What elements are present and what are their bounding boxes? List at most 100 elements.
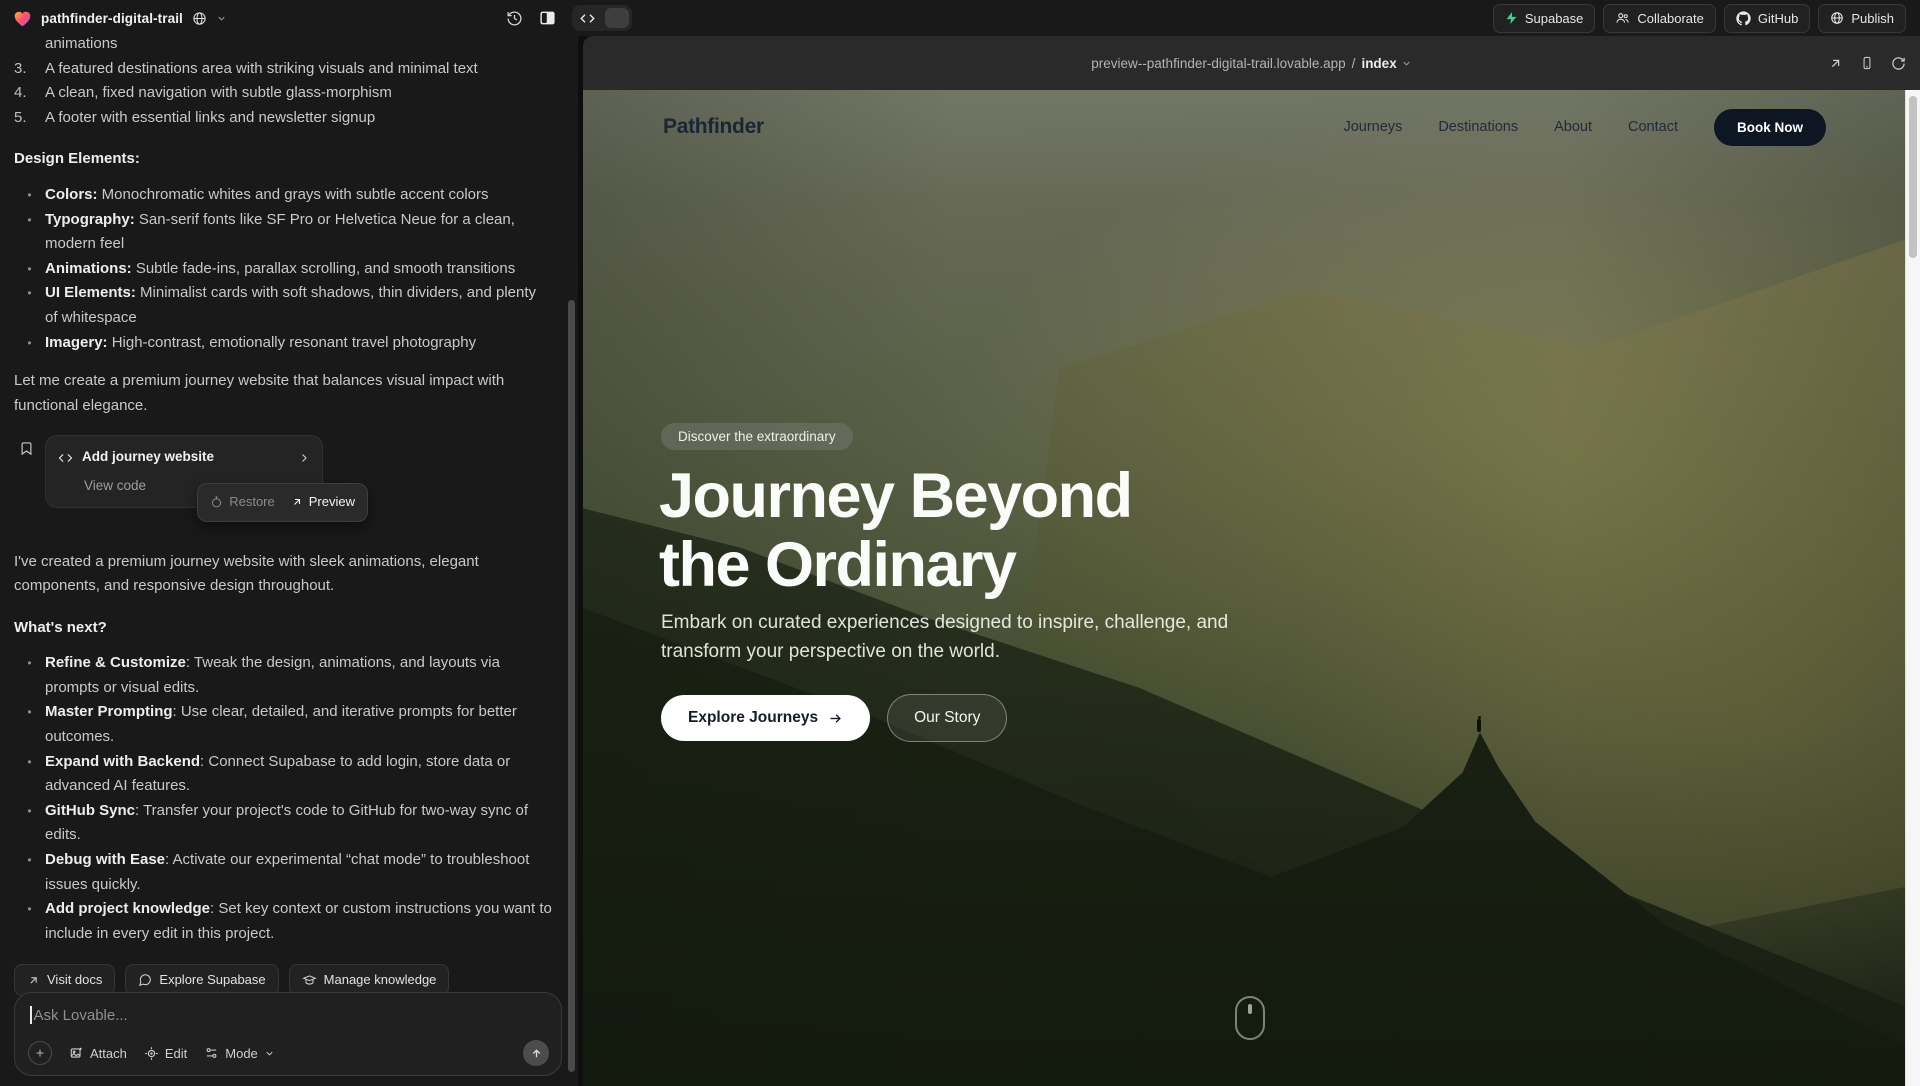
nav-destinations[interactable]: Destinations [1438, 119, 1518, 135]
panel-layout-button[interactable] [539, 10, 556, 26]
chat-panel: animations 3. A featured destinations ar… [0, 36, 578, 1086]
list-item: 3. A featured destinations area with str… [14, 57, 552, 82]
list-item: 5. A footer with essential links and new… [14, 106, 552, 131]
topbar: pathfinder-digital-trail [0, 0, 1920, 36]
next-steps-list: •Refine & Customize: Tweak the design, a… [14, 651, 552, 946]
hero-badge: Discover the extraordinary [661, 423, 853, 450]
design-elements-heading: Design Elements: [14, 147, 552, 172]
site-scrollbar[interactable] [1905, 90, 1920, 1086]
graduation-cap-icon [302, 973, 317, 987]
sliders-icon [204, 1046, 219, 1060]
list-item: •Refine & Customize: Tweak the design, a… [14, 651, 552, 700]
site-preview: Pathfinder Journeys Destinations About C… [583, 90, 1906, 1086]
list-item: •GitHub Sync: Transfer your project's co… [14, 799, 552, 848]
code-icon [58, 452, 73, 464]
supabase-bolt-icon [1505, 11, 1518, 25]
list-item: •UI Elements: Minimalist cards with soft… [14, 281, 552, 330]
nav-journeys[interactable]: Journeys [1343, 119, 1402, 135]
preview-urlbar: preview--pathfinder-digital-trail.lovabl… [583, 36, 1920, 90]
list-item: •Add project knowledge: Set key context … [14, 897, 552, 946]
collaborate-button[interactable]: Collaborate [1603, 4, 1716, 33]
list-item: •Imagery: High-contrast, emotionally res… [14, 331, 552, 356]
refresh-button[interactable] [1891, 56, 1906, 71]
chevron-down-icon [1401, 58, 1412, 69]
list-item: •Debug with Ease: Activate our experimen… [14, 848, 552, 897]
code-icon [580, 12, 595, 25]
arrow-up-right-icon [27, 974, 40, 987]
version-actions: Restore Preview [197, 483, 368, 522]
list-item: •Typography: San-serif fonts like SF Pro… [14, 208, 552, 257]
hero-subtext: Embark on curated experiences designed t… [661, 608, 1261, 667]
lovable-heart-logo [13, 10, 32, 27]
preview-url: preview--pathfinder-digital-trail.lovabl… [1091, 56, 1345, 71]
scroll-indicator [1235, 996, 1265, 1040]
chat-paragraph: Let me create a premium journey website … [14, 369, 552, 418]
add-button[interactable] [28, 1041, 52, 1065]
preview-panel: preview--pathfinder-digital-trail.lovabl… [583, 36, 1920, 1086]
chevron-down-icon [216, 13, 227, 24]
image-icon [69, 1046, 84, 1060]
attach-button[interactable]: Attach [69, 1046, 127, 1061]
hero-section: Discover the extraordinary Journey Beyon… [583, 90, 1906, 1086]
chat-bubble-icon [138, 973, 152, 987]
numbered-list: 3. A featured destinations area with str… [14, 57, 552, 131]
list-item: •Animations: Subtle fade-ins, parallax s… [14, 257, 552, 282]
ask-input[interactable]: Ask Lovable... [15, 993, 561, 1024]
project-selector[interactable]: pathfinder-digital-trail [0, 10, 227, 27]
list-item: 4. A clean, fixed navigation with subtle… [14, 81, 552, 106]
code-preview-toggle[interactable] [572, 5, 632, 31]
chat-message: animations 3. A featured destinations ar… [0, 36, 578, 996]
our-story-button[interactable]: Our Story [887, 694, 1007, 742]
edit-button[interactable]: Edit [144, 1046, 187, 1061]
whats-next-heading: What's next? [14, 616, 552, 641]
people-icon [1615, 11, 1630, 25]
hero-headline: Journey Beyond the Ordinary [659, 462, 1132, 601]
site-logo[interactable]: Pathfinder [663, 115, 764, 139]
site-scrollbar-thumb[interactable] [1909, 96, 1917, 258]
chat-paragraph: I've created a premium journey website w… [14, 550, 552, 599]
mode-selector[interactable]: Mode [204, 1046, 275, 1061]
github-button[interactable]: GitHub [1724, 4, 1810, 33]
open-external-button[interactable] [1828, 56, 1843, 71]
device-preview-button[interactable] [1860, 55, 1874, 71]
app-window: pathfinder-digital-trail [0, 0, 1920, 1086]
nav-contact[interactable]: Contact [1628, 119, 1678, 135]
chevron-right-icon [298, 452, 310, 464]
preview-button[interactable]: Preview [291, 490, 355, 515]
toggle-knob [605, 8, 629, 28]
arrow-right-icon [828, 711, 843, 726]
restore-clock-icon [210, 495, 223, 509]
list-item: •Master Prompting: Use clear, detailed, … [14, 700, 552, 749]
chat-composer: Ask Lovable... Attach Edit [14, 992, 562, 1076]
arrow-up-right-icon [291, 496, 303, 508]
chat-text-line: animations [45, 36, 552, 57]
publish-button[interactable]: Publish [1818, 4, 1906, 33]
arrow-up-icon [530, 1047, 543, 1060]
text-caret [30, 1006, 32, 1024]
chat-scrollbar[interactable] [568, 300, 575, 1072]
list-item: •Expand with Backend: Connect Supabase t… [14, 750, 552, 799]
supabase-button[interactable]: Supabase [1493, 4, 1596, 33]
target-icon [144, 1046, 159, 1061]
design-bullet-list: •Colors: Monochromatic whites and grays … [14, 183, 552, 355]
globe-status-icon [192, 11, 207, 26]
bookmark-icon[interactable] [19, 440, 34, 457]
book-now-button[interactable]: Book Now [1714, 109, 1826, 146]
topbar-actions: Supabase Collaborate GitHub Publish [1493, 4, 1920, 33]
page-selector[interactable]: index [1355, 56, 1411, 71]
site-nav: Journeys Destinations About Contact [1343, 119, 1678, 135]
project-name: pathfinder-digital-trail [41, 11, 183, 26]
send-button[interactable] [523, 1040, 549, 1066]
explore-journeys-button[interactable]: Explore Journeys [661, 695, 870, 741]
publish-globe-icon [1830, 11, 1844, 25]
restore-button[interactable]: Restore [210, 490, 275, 515]
history-button[interactable] [506, 10, 523, 27]
github-icon [1736, 11, 1751, 26]
view-controls [506, 0, 632, 36]
chevron-down-icon [264, 1048, 275, 1059]
site-header: Pathfinder Journeys Destinations About C… [583, 90, 1906, 164]
version-card-title: Add journey website [82, 445, 289, 470]
version-card[interactable]: Add journey website View code Restore [45, 435, 323, 507]
scroll-wheel-dot [1248, 1004, 1252, 1014]
nav-about[interactable]: About [1554, 119, 1592, 135]
